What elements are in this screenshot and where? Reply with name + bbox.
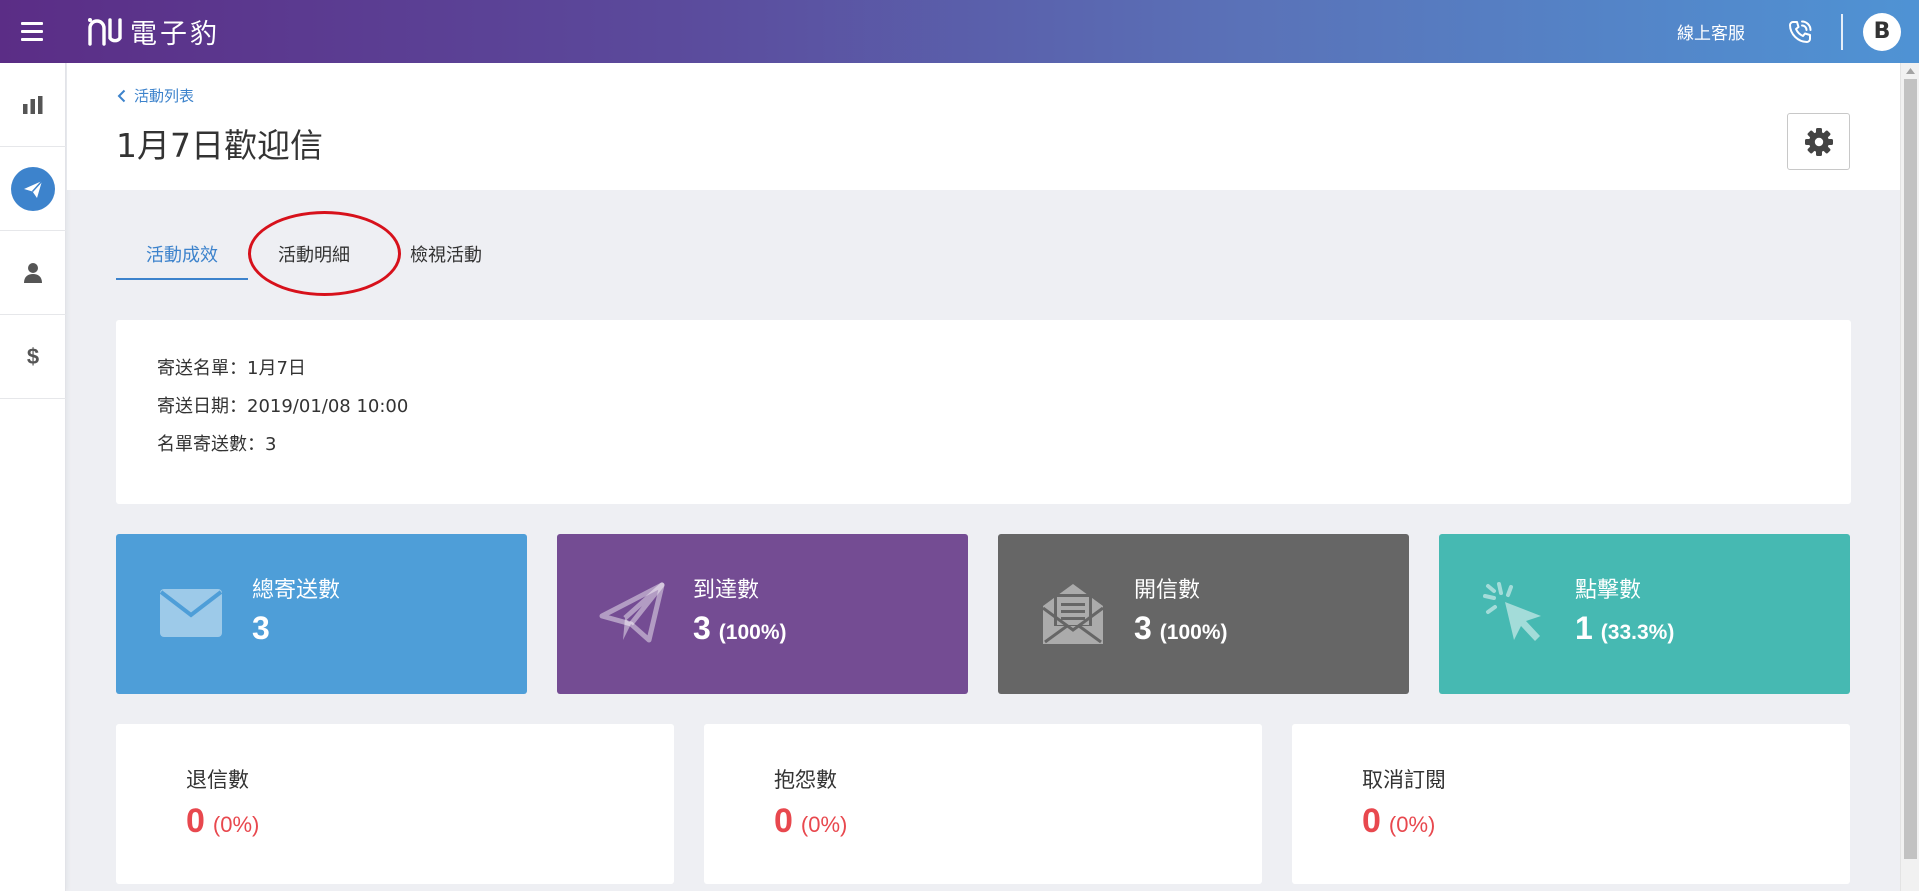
unsubscribe-value: 0 bbox=[1362, 802, 1381, 840]
breadcrumb-label: 活動列表 bbox=[134, 87, 195, 105]
stat-label: 到達數 bbox=[693, 578, 760, 603]
send-list-info: 寄送名單：1月7日 bbox=[157, 358, 306, 379]
scrollbar-thumb[interactable] bbox=[1904, 79, 1917, 859]
unsubscribe-percent: (0%) bbox=[1388, 812, 1436, 837]
hamburger-menu-icon[interactable] bbox=[0, 0, 63, 63]
bounce-label: 退信數 bbox=[186, 768, 249, 792]
paper-plane-icon bbox=[11, 166, 55, 211]
envelope-icon bbox=[156, 578, 226, 648]
complaint-label: 抱怨數 bbox=[774, 768, 837, 792]
user-avatar[interactable]: B bbox=[1863, 12, 1901, 51]
stat-label: 總寄送數 bbox=[252, 578, 341, 603]
stat-label: 開信數 bbox=[1134, 578, 1201, 603]
scroll-up-icon[interactable] bbox=[1901, 63, 1919, 79]
online-support-link[interactable]: 線上客服 bbox=[1677, 19, 1745, 44]
bounce-card: 退信數 0 (0%) bbox=[116, 724, 674, 884]
tab-bar: 活動成效 活動明細 檢視活動 bbox=[116, 228, 512, 280]
stat-card-delivered: 到達數 3 (100%) bbox=[557, 534, 968, 694]
settings-button[interactable] bbox=[1787, 113, 1850, 170]
phone-icon[interactable] bbox=[1785, 17, 1815, 47]
paper-plane-icon bbox=[597, 578, 667, 648]
stat-value: 1 bbox=[1575, 610, 1593, 646]
unsubscribe-card: 取消訂閱 0 (0%) bbox=[1292, 724, 1850, 884]
vertical-scrollbar[interactable] bbox=[1900, 63, 1919, 891]
campaign-info-panel: 寄送名單：1月7日 寄送日期：2019/01/08 10:00 名單寄送數：3 bbox=[116, 320, 1851, 504]
bar-chart-icon bbox=[23, 95, 43, 114]
tab-campaign-performance[interactable]: 活動成效 bbox=[116, 228, 248, 280]
bounce-value: 0 bbox=[186, 802, 205, 840]
stat-percent: (100%) bbox=[718, 621, 787, 644]
page-header: 活動列表 1月7日歡迎信 bbox=[67, 63, 1900, 190]
stat-card-opened: 開信數 3 (100%) bbox=[998, 534, 1409, 694]
logo-mark-icon bbox=[88, 18, 122, 46]
cursor-click-icon bbox=[1479, 578, 1549, 648]
sidebar: $ bbox=[0, 63, 66, 891]
stat-percent: (33.3%) bbox=[1600, 621, 1675, 644]
tab-campaign-details[interactable]: 活動明細 bbox=[248, 228, 380, 280]
sidebar-item-billing[interactable]: $ bbox=[0, 315, 66, 399]
stat-card-clicks: 點擊數 1 (33.3%) bbox=[1439, 534, 1850, 694]
tab-view-campaign[interactable]: 檢視活動 bbox=[380, 228, 512, 280]
send-count-info: 名單寄送數：3 bbox=[157, 434, 277, 455]
complaint-percent: (0%) bbox=[800, 812, 848, 837]
stat-value: 3 bbox=[252, 610, 270, 646]
stat-value: 3 bbox=[1134, 610, 1152, 646]
gear-icon bbox=[1804, 127, 1833, 156]
user-icon bbox=[24, 262, 42, 283]
header-divider bbox=[1841, 13, 1843, 50]
page-title: 1月7日歡迎信 bbox=[116, 126, 323, 165]
top-bar: 電子豹 線上客服 B bbox=[0, 0, 1919, 63]
stat-card-total-sent: 總寄送數 3 bbox=[116, 534, 527, 694]
open-envelope-icon bbox=[1038, 578, 1108, 648]
stat-label: 點擊數 bbox=[1575, 578, 1642, 603]
breadcrumb-back-link[interactable]: 活動列表 bbox=[117, 85, 194, 106]
stat-percent: (100%) bbox=[1159, 621, 1228, 644]
chevron-left-icon bbox=[117, 89, 126, 102]
logo-text: 電子豹 bbox=[130, 18, 220, 50]
stat-value: 3 bbox=[693, 610, 711, 646]
sidebar-item-campaigns[interactable] bbox=[0, 147, 66, 231]
send-date-info: 寄送日期：2019/01/08 10:00 bbox=[157, 396, 409, 417]
bounce-percent: (0%) bbox=[212, 812, 260, 837]
complaint-value: 0 bbox=[774, 802, 793, 840]
sidebar-item-contacts[interactable] bbox=[0, 231, 66, 315]
sidebar-item-reports[interactable] bbox=[0, 63, 66, 147]
dollar-icon: $ bbox=[26, 343, 40, 369]
unsubscribe-label: 取消訂閱 bbox=[1362, 768, 1446, 792]
app-logo[interactable]: 電子豹 bbox=[86, 10, 220, 52]
complaint-card: 抱怨數 0 (0%) bbox=[704, 724, 1262, 884]
